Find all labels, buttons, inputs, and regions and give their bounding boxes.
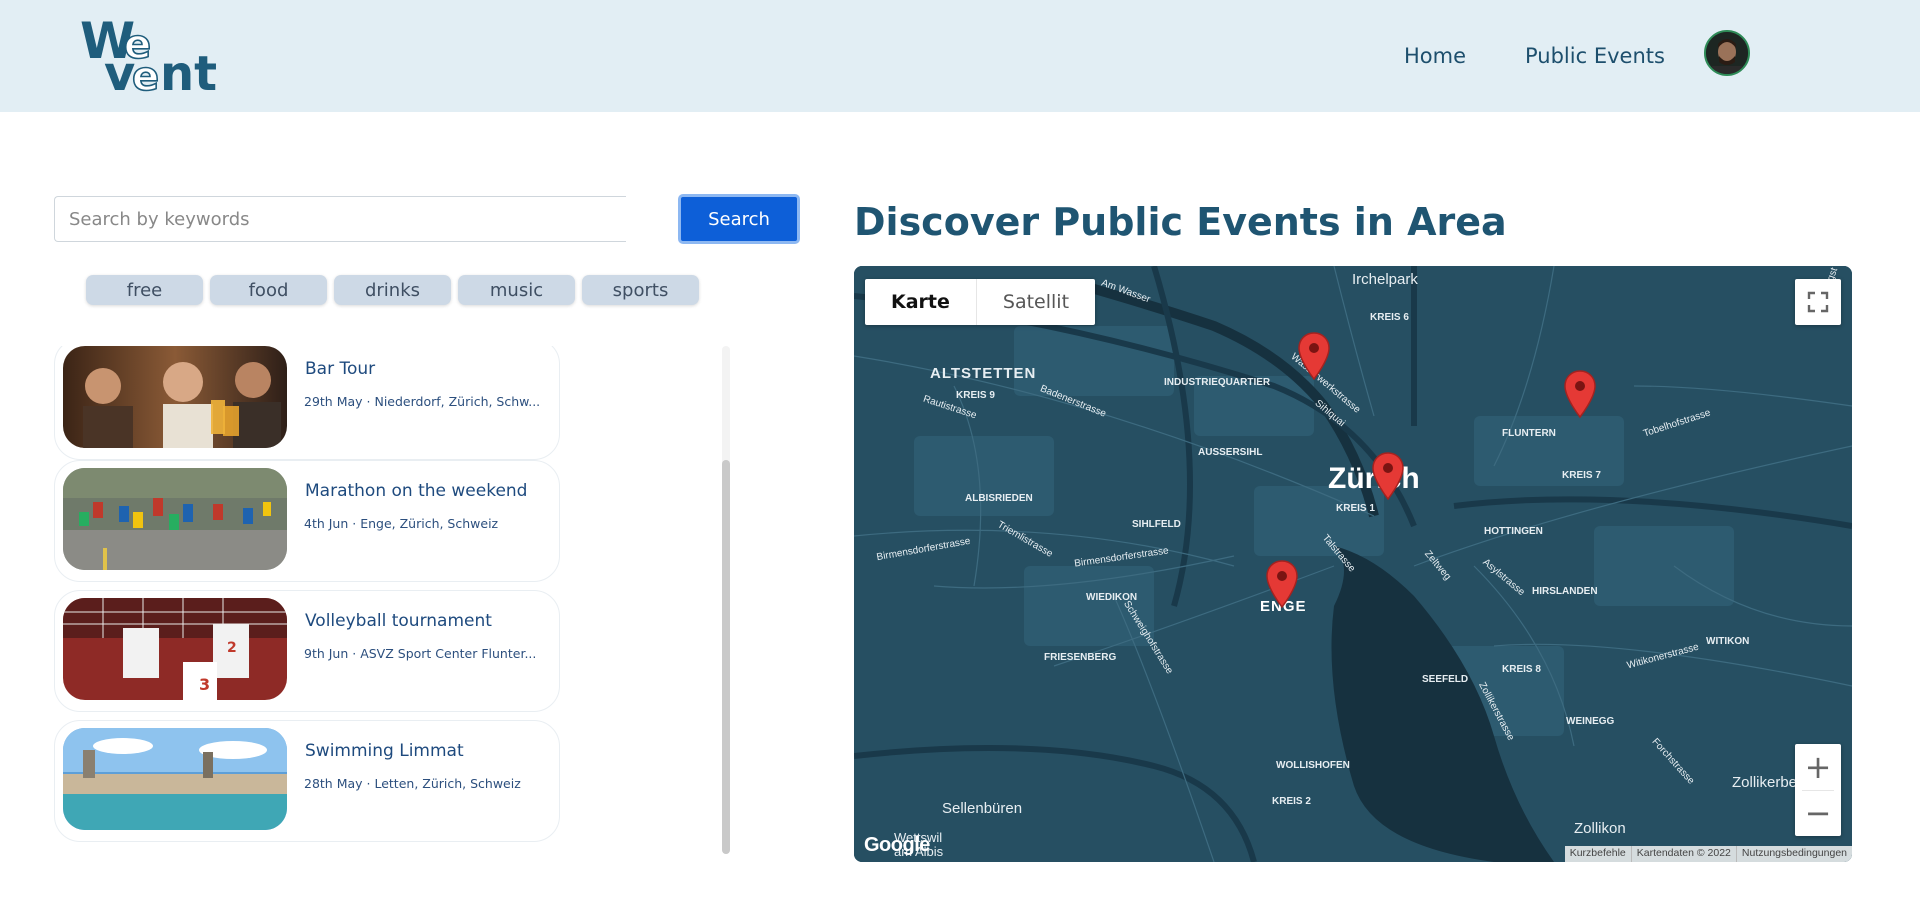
event-meta: 28th May · Letten, Zürich, Schweiz [304,776,521,791]
map-marker-icon[interactable] [1298,332,1330,380]
map-shortcuts-link[interactable]: Kurzbefehle [1565,846,1631,862]
plus-icon: + [1804,747,1832,786]
event-image-volleyball: 3 2 [63,598,287,700]
map-label: WEINEGG [1566,716,1615,727]
google-logo: Google [864,834,930,856]
tag-filters: free food drinks music sports [86,275,699,305]
map-label: KREIS 2 [1272,796,1311,807]
map-label: KREIS 1 [1336,503,1375,514]
map-terms-link[interactable]: Nutzungsbedingungen [1735,846,1852,862]
svg-text:v: v [104,46,135,94]
map-label: HIRSLANDEN [1532,586,1598,597]
event-meta: 4th Jun · Enge, Zürich, Schweiz [304,516,499,531]
map-label: SEEFELD [1422,674,1469,685]
map-label: ALBISRIEDEN [965,493,1033,504]
tag-free[interactable]: free [86,275,203,305]
map-label: AUSSERSIHL [1198,447,1263,458]
map-label: Zollikon [1574,820,1626,837]
event-meta: 9th Jun · ASVZ Sport Center Flunter... [304,646,537,661]
tag-sports[interactable]: sports [582,275,699,305]
map-label: Zollikerbe [1732,774,1798,791]
map-label: FLUNTERN [1502,428,1556,439]
event-list-scrollbar[interactable] [722,346,730,854]
map-label: INDUSTRIEQUARTIER [1164,377,1271,388]
event-title: Volleyball tournament [305,611,492,631]
map-label: WOLLISHOFEN [1276,760,1350,771]
fullscreen-icon [1807,291,1829,313]
tag-drinks[interactable]: drinks [334,275,451,305]
map-type-karte-button[interactable]: Karte [865,279,977,325]
zoom-out-button[interactable]: − [1795,790,1841,836]
map-label: WITIKON [1706,636,1750,647]
map-label: FRIESENBERG [1044,652,1117,663]
map-marker-icon[interactable] [1266,560,1298,608]
tag-music[interactable]: music [458,275,575,305]
event-image-bar-tour [63,346,287,448]
tag-food[interactable]: food [210,275,327,305]
fullscreen-button[interactable] [1795,279,1841,325]
event-title: Marathon on the weekend [305,481,528,501]
event-card[interactable]: Bar Tour 29th May · Niederdorf, Zürich, … [54,346,560,460]
wevent-logo[interactable]: W e v e nt [80,12,240,102]
map-label: KREIS 6 [1370,312,1409,323]
nav-public-events-link[interactable]: Public Events [1525,44,1665,68]
event-list: Bar Tour 29th May · Niederdorf, Zürich, … [54,346,560,854]
search-bar: Search [54,194,800,244]
event-meta: 29th May · Niederdorf, Zürich, Schw... [304,394,541,409]
nav-home-link[interactable]: Home [1404,44,1466,68]
search-button[interactable]: Search [678,194,800,244]
map-label: Sellenbüren [942,800,1023,817]
map-label: KREIS 8 [1502,664,1541,675]
map-label: SIHLFELD [1132,519,1181,530]
user-avatar[interactable] [1704,30,1750,76]
search-input[interactable] [54,196,626,242]
map-label: KREIS 7 [1562,470,1601,481]
event-card[interactable]: Marathon on the weekend 4th Jun · Enge, … [54,460,560,582]
scrollbar-thumb[interactable] [722,460,730,854]
map-label: HOTTINGEN [1484,526,1543,537]
map-data-attribution: Kartendaten © 2022 [1630,846,1736,862]
event-title: Bar Tour [305,359,376,379]
svg-text:e: e [132,54,159,94]
map-type-satellit-button[interactable]: Satellit [977,279,1095,325]
map-heading: Discover Public Events in Area [854,200,1507,244]
map-marker-icon[interactable] [1564,370,1596,418]
map-label: KREIS 9 [956,390,995,401]
svg-text:3: 3 [199,675,210,694]
zoom-control: + − [1795,744,1841,836]
map-label: ALTSTETTEN [930,365,1037,382]
zoom-in-button[interactable]: + [1795,744,1841,790]
header: W e v e nt Home Public Events [0,0,1920,112]
events-map[interactable]: Irchelpark KREIS 6 Am Wasser ALTSTETTEN … [854,266,1852,862]
minus-icon: − [1804,794,1832,833]
event-title: Swimming Limmat [305,741,464,761]
event-image-marathon [63,468,287,570]
map-label: Irchelpark [1352,271,1418,288]
event-card[interactable]: 3 2 Volleyball tournament 9th Jun · ASVZ… [54,590,560,712]
svg-text:nt: nt [160,46,217,94]
map-footer: Kurzbefehle Kartendaten © 2022 Nutzungsb… [1564,846,1852,862]
map-type-control: Karte Satellit [865,279,1096,325]
event-card[interactable]: Swimming Limmat 28th May · Letten, Züric… [54,720,560,842]
map-marker-icon[interactable] [1372,452,1404,500]
event-image-swimming [63,728,287,830]
svg-text:2: 2 [227,640,237,656]
